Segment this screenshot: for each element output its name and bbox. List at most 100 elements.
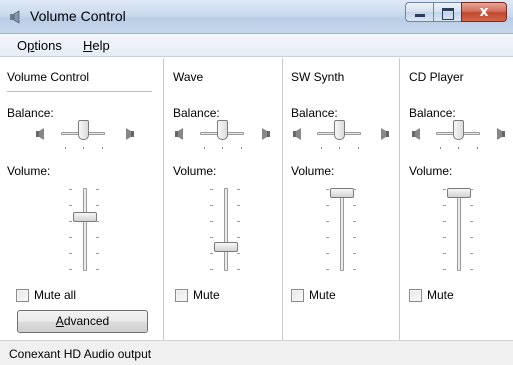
channel-wave: Wave Balance: Volume: Mute (173, 58, 277, 340)
volume-tick (470, 221, 473, 222)
menu-help-accel: H (83, 38, 93, 53)
balance-label: Balance: (409, 106, 456, 120)
balance-tick (241, 147, 242, 149)
volume-tick (353, 189, 356, 190)
volume-label: Volume: (409, 164, 453, 178)
volume-tick (353, 205, 356, 206)
balance-tick (321, 147, 322, 149)
balance-slider-thumb[interactable] (334, 120, 345, 140)
volume-tick (69, 253, 72, 254)
volume-tick (96, 269, 99, 270)
volume-tick (326, 269, 329, 270)
volume-tick (326, 253, 329, 254)
status-text: Conexant HD Audio output (9, 347, 152, 361)
volume-slider-thumb[interactable] (330, 188, 354, 198)
speaker-right-icon (497, 128, 505, 140)
volume-tick (326, 221, 329, 222)
channel-title: Volume Control (7, 70, 90, 84)
channel-title: CD Player (409, 70, 464, 84)
mute-checkbox-row[interactable]: Mute (175, 287, 220, 303)
volume-tick (96, 221, 99, 222)
volume-tick (470, 253, 473, 254)
volume-tick (96, 253, 99, 254)
balance-tick (204, 147, 205, 149)
channel-volume-control: Volume Control Balance: Volume: Mute all (7, 58, 157, 340)
volume-tick (210, 237, 213, 238)
mute-all-label: Mute all (34, 288, 77, 302)
channel-title-rule (7, 91, 152, 92)
balance-tick (358, 147, 359, 149)
channel-sw-synth: SW Synth Balance: Volume: Mute (291, 58, 395, 340)
volume-tick (69, 221, 72, 222)
advanced-button[interactable]: Advanced (17, 310, 148, 333)
speaker-left-icon (412, 128, 420, 140)
volume-tick (470, 205, 473, 206)
volume-tick (210, 253, 213, 254)
mute-all-checkbox[interactable] (16, 288, 29, 302)
speaker-icon (10, 10, 20, 24)
channel-divider (163, 58, 164, 340)
volume-tick (443, 205, 446, 206)
volume-tick (210, 189, 213, 190)
volume-tick (237, 189, 240, 190)
balance-tick (222, 147, 223, 149)
menu-bar: Options Help (0, 34, 513, 57)
volume-slider-thumb[interactable] (214, 242, 238, 252)
mute-checkbox[interactable] (175, 288, 188, 302)
balance-label: Balance: (291, 106, 338, 120)
volume-tick (210, 269, 213, 270)
speaker-right-icon (381, 128, 389, 140)
speaker-left-icon (293, 128, 301, 140)
volume-tick (443, 253, 446, 254)
balance-label: Balance: (7, 106, 54, 120)
volume-tick (237, 237, 240, 238)
speaker-right-icon (126, 128, 134, 140)
balance-slider-thumb[interactable] (453, 120, 464, 140)
menu-help[interactable]: Help (83, 38, 110, 53)
volume-label: Volume: (291, 164, 335, 178)
volume-tick (326, 189, 329, 190)
volume-slider-thumb[interactable] (73, 212, 97, 222)
channel-cd-player: CD Player Balance: Volume: Mute (409, 58, 513, 340)
menu-options-pre: O (17, 38, 28, 53)
balance-slider-thumb[interactable] (217, 120, 228, 140)
volume-tick (210, 205, 213, 206)
menu-help-post: elp (92, 38, 110, 53)
minimize-button[interactable] (405, 2, 433, 22)
mute-checkbox[interactable] (291, 288, 304, 302)
volume-tick (69, 205, 72, 206)
balance-slider-thumb[interactable] (78, 120, 89, 140)
mute-all-checkbox-row[interactable]: Mute all (16, 287, 76, 303)
volume-tick (96, 189, 99, 190)
balance-tick (83, 147, 84, 149)
close-button[interactable]: x (461, 2, 507, 22)
mute-checkbox[interactable] (409, 288, 422, 302)
window-controls: x (405, 2, 507, 22)
volume-tick (443, 221, 446, 222)
mute-checkbox-row[interactable]: Mute (291, 287, 336, 303)
balance-label: Balance: (173, 106, 220, 120)
volume-tick (237, 221, 240, 222)
volume-tick (237, 253, 240, 254)
balance-tick (458, 147, 459, 149)
mute-checkbox-row[interactable]: Mute (409, 287, 454, 303)
window-title: Volume Control (30, 8, 126, 24)
channel-divider (282, 58, 283, 340)
volume-label: Volume: (7, 164, 51, 178)
volume-tick (470, 189, 473, 190)
status-bar: Conexant HD Audio output (0, 340, 513, 365)
volume-tick (443, 237, 446, 238)
speaker-right-icon (262, 128, 270, 140)
menu-options[interactable]: Options (17, 38, 62, 53)
volume-slider-thumb[interactable] (447, 188, 471, 198)
balance-tick (65, 147, 66, 149)
volume-tick (443, 189, 446, 190)
title-bar[interactable]: Volume Control x (0, 0, 513, 34)
balance-tick (102, 147, 103, 149)
volume-track (224, 188, 228, 271)
volume-track (340, 188, 344, 271)
volume-tick (69, 189, 72, 190)
maximize-button[interactable] (433, 2, 461, 22)
advanced-button-label: dvanced (63, 314, 110, 328)
volume-tick (237, 205, 240, 206)
